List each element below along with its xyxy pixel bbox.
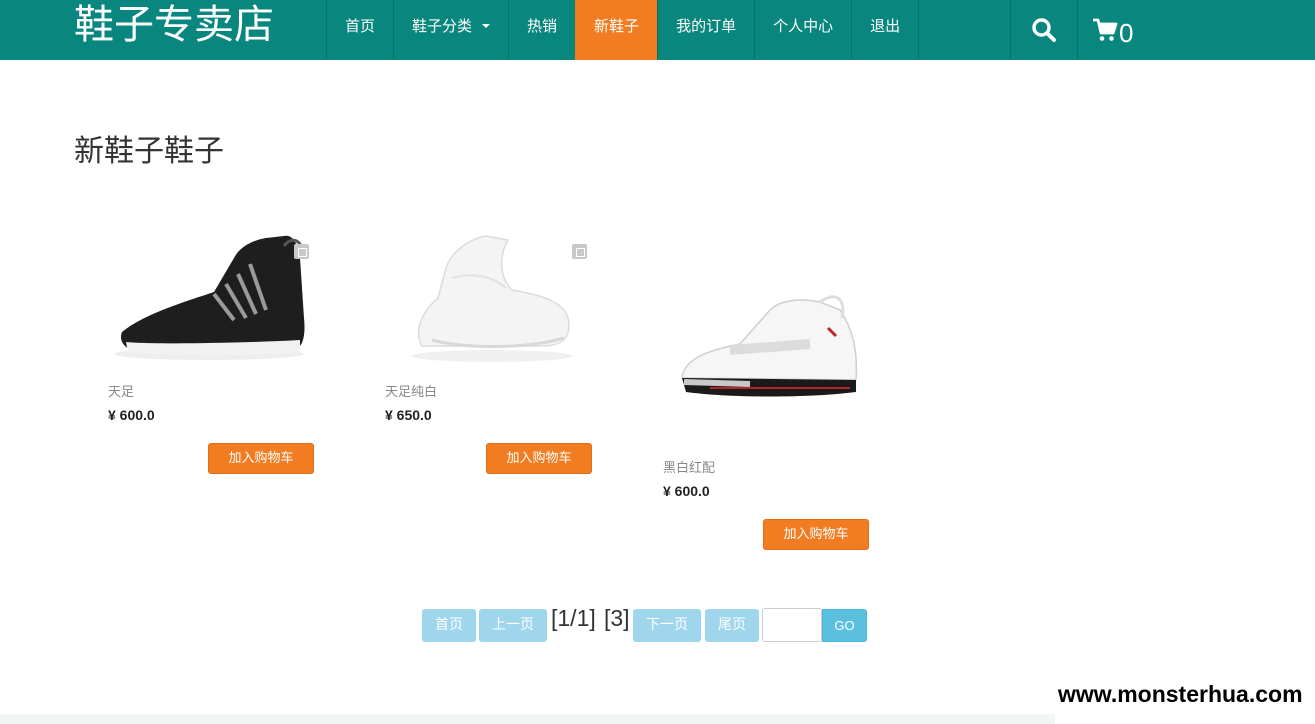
cart-count: 0 (1119, 17, 1134, 48)
search-button[interactable] (1010, 0, 1078, 60)
watermark-text: www.monsterhua.com (1055, 667, 1315, 724)
nav-item-categories[interactable]: 鞋子分类 (393, 0, 508, 60)
top-navbar: 鞋子专卖店 首页 鞋子分类 热销 新鞋子 我的订单 个人中心 退出 0 (0, 0, 1315, 60)
image-badge-icon (294, 244, 309, 259)
product-card: 天足纯白 ¥ 650.0 加入购物车 (382, 228, 612, 478)
product-image[interactable] (104, 228, 324, 368)
nav-item-my-orders[interactable]: 我的订单 (657, 0, 754, 60)
product-name[interactable]: 黑白红配 (663, 457, 715, 476)
nav-item-label: 个人中心 (773, 17, 834, 35)
product-price: ¥ 600.0 (663, 483, 710, 499)
add-to-cart-button[interactable]: 加入购物车 (208, 443, 314, 474)
nav-item-logout[interactable]: 退出 (851, 0, 920, 60)
product-card: 黑白红配 ¥ 600.0 加入购物车 (660, 228, 890, 558)
product-image[interactable] (382, 228, 602, 368)
search-icon (1032, 18, 1056, 42)
nav-item-new-shoes[interactable]: 新鞋子 (575, 0, 658, 60)
image-badge-icon (572, 244, 587, 259)
nav-item-hot[interactable]: 热销 (508, 0, 575, 60)
page-number-input[interactable] (762, 608, 822, 642)
caret-down-icon (482, 23, 491, 28)
product-name[interactable]: 天足纯白 (385, 381, 437, 400)
cart-icon (1093, 18, 1118, 41)
pager-prev-button[interactable]: 上一页 (479, 609, 547, 642)
add-to-cart-button[interactable]: 加入购物车 (763, 519, 869, 550)
pager-page-info: [1/1] (551, 605, 596, 631)
main-nav: 首页 鞋子分类 热销 新鞋子 我的订单 个人中心 退出 (326, 0, 920, 60)
nav-item-label: 鞋子分类 (412, 17, 473, 35)
nav-item-label: 退出 (870, 17, 901, 35)
product-price: ¥ 650.0 (385, 407, 432, 423)
pager-first-button[interactable]: 首页 (422, 609, 476, 642)
pager-next-button[interactable]: 下一页 (633, 609, 701, 642)
product-card: 天足 ¥ 600.0 加入购物车 (104, 228, 334, 478)
product-image[interactable] (670, 288, 870, 408)
nav-item-label: 我的订单 (676, 17, 737, 35)
pager-last-button[interactable]: 尾页 (705, 609, 759, 642)
pager-total: [3] (604, 605, 630, 631)
go-button[interactable]: GO (822, 609, 867, 642)
nav-item-label: 热销 (527, 17, 558, 35)
add-to-cart-button[interactable]: 加入购物车 (486, 443, 592, 474)
nav-item-home[interactable]: 首页 (326, 0, 393, 60)
cart-button[interactable]: 0 (1092, 0, 1133, 60)
page-title: 新鞋子鞋子 (74, 134, 224, 169)
brand-logo-text[interactable]: 鞋子专卖店 (74, 0, 274, 60)
nav-item-label: 新鞋子 (594, 17, 640, 35)
nav-item-profile[interactable]: 个人中心 (754, 0, 851, 60)
nav-item-label: 首页 (345, 17, 376, 35)
product-name[interactable]: 天足 (108, 381, 134, 400)
product-price: ¥ 600.0 (108, 407, 155, 423)
